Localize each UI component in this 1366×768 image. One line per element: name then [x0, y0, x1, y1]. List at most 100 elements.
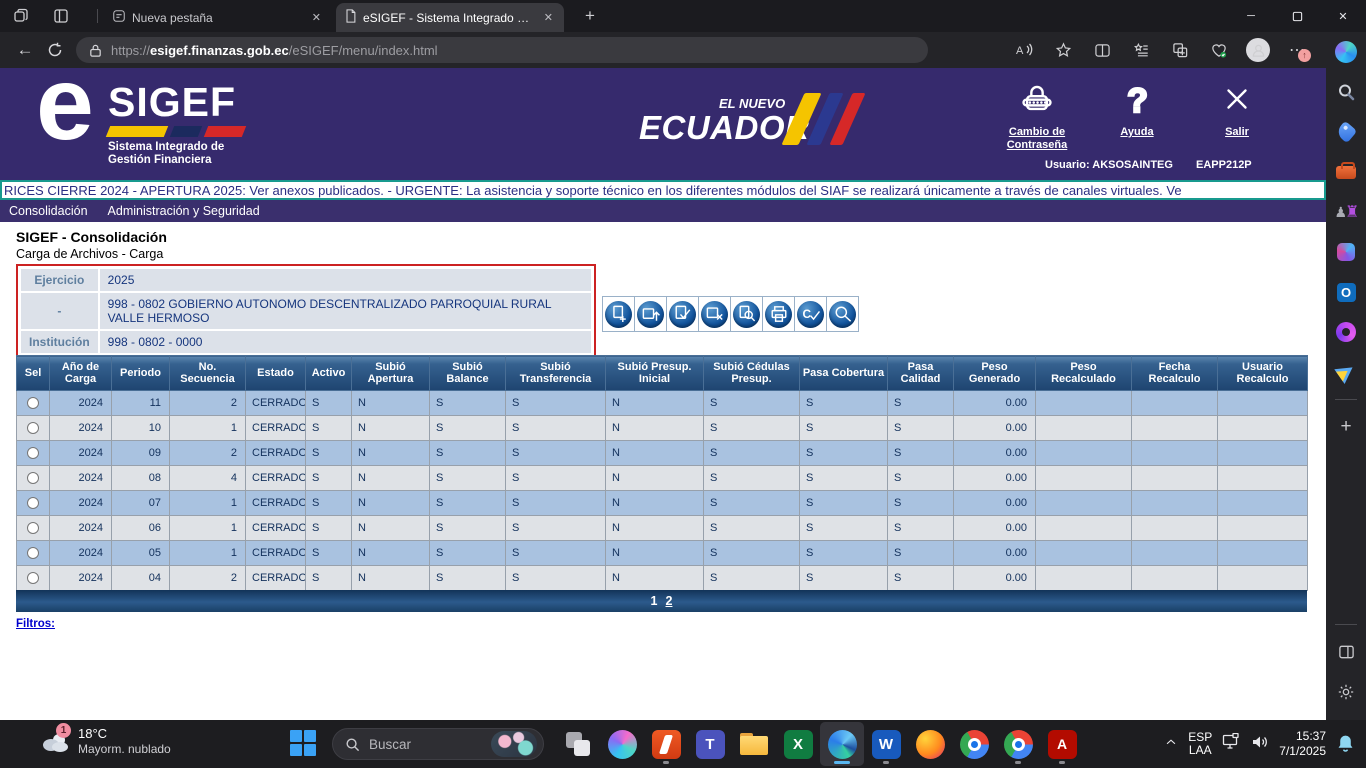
favorites-list-icon[interactable] — [1126, 36, 1156, 64]
taskbar-app-acrobat[interactable]: A — [1040, 722, 1084, 766]
tab-actions-icon[interactable] — [48, 4, 74, 28]
notifications-bell-icon[interactable] — [1336, 734, 1356, 754]
cell — [1132, 441, 1218, 466]
back-button[interactable]: ← — [10, 36, 40, 64]
approve-button[interactable]: C — [794, 296, 827, 332]
tray-chevron-icon[interactable] — [1164, 735, 1178, 754]
exit-button[interactable]: Salir — [1200, 82, 1274, 152]
clipchamp-icon[interactable] — [1326, 312, 1366, 352]
taskbar-app-firefox[interactable] — [908, 722, 952, 766]
sidebar-add-icon[interactable]: + — [1326, 407, 1366, 447]
refresh-button[interactable] — [40, 36, 70, 64]
menu-item-consolidaci-n[interactable]: Consolidación — [9, 204, 88, 218]
drop-icon[interactable] — [1326, 352, 1366, 392]
weather-widget[interactable]: 1 18°C Mayorm. nublado — [40, 726, 171, 757]
split-screen-icon[interactable] — [1087, 36, 1117, 64]
network-icon[interactable] — [1222, 733, 1241, 755]
cell: S — [506, 566, 606, 591]
consult-button[interactable] — [826, 296, 859, 332]
filter-label: - — [21, 293, 98, 329]
read-aloud-icon[interactable]: A — [1009, 36, 1039, 64]
taskbar-app-excel[interactable]: X — [776, 722, 820, 766]
settings-more-icon[interactable]: ⋯↑ — [1282, 36, 1312, 64]
browser-tab-new-tab[interactable]: Nueva pestaña ✕ — [104, 3, 332, 32]
tab-close-icon[interactable]: ✕ — [309, 11, 324, 24]
cell: S — [506, 516, 606, 541]
pdf-xchange-icon — [652, 730, 681, 759]
page-number-2[interactable]: 2 — [666, 594, 673, 608]
help-icon: ? — [1122, 82, 1152, 121]
taskbar-app-word[interactable]: W — [864, 722, 908, 766]
games-icon[interactable]: ♟♜ — [1326, 192, 1366, 232]
browser-essentials-icon[interactable] — [1204, 36, 1234, 64]
taskbar-app-task-view[interactable] — [556, 722, 600, 766]
row-radio-button[interactable] — [27, 472, 39, 484]
outlook-icon[interactable]: O — [1326, 272, 1366, 312]
esigef-page: e SIGEF Sistema Integrado de Gestión Fin… — [0, 68, 1326, 720]
new-document-button[interactable] — [602, 296, 635, 332]
collections-icon[interactable] — [1165, 36, 1195, 64]
weather-condition: Mayorm. nublado — [78, 742, 171, 757]
start-button[interactable] — [290, 730, 317, 757]
row-radio-button[interactable] — [27, 397, 39, 409]
favorite-star-icon[interactable] — [1048, 36, 1078, 64]
profile-avatar[interactable] — [1243, 36, 1273, 64]
copilot-icon[interactable] — [1326, 32, 1366, 72]
cell: S — [430, 466, 506, 491]
toolbox-icon[interactable] — [1326, 152, 1366, 192]
upload-file-button[interactable] — [634, 296, 667, 332]
filtros-link[interactable]: Filtros: — [16, 618, 55, 630]
cell: S — [704, 566, 800, 591]
row-radio-button[interactable] — [27, 572, 39, 584]
search-icon — [345, 737, 360, 752]
taskbar-app-file-explorer[interactable] — [732, 722, 776, 766]
taskbar-app-chrome-profile[interactable] — [996, 722, 1040, 766]
password-lock-button[interactable]: Cambio de Contraseña — [1000, 82, 1074, 152]
table-row: 2024051CERRADOSNSSNSSS0.00 — [17, 541, 1308, 566]
new-tab-button[interactable]: + — [578, 6, 602, 26]
preview-document-button[interactable] — [730, 296, 763, 332]
cell — [1036, 441, 1132, 466]
workspaces-icon[interactable] — [8, 4, 34, 28]
validate-file-button[interactable] — [666, 296, 699, 332]
page-title: SIGEF - Consolidación — [16, 229, 167, 245]
cell: S — [306, 516, 352, 541]
close-button[interactable]: ✕ — [1320, 0, 1366, 32]
update-badge: ↑ — [1298, 49, 1311, 62]
tab-title: eSIGEF - Sistema Integrado de G — [363, 11, 535, 25]
taskbar-search[interactable]: Buscar — [332, 728, 544, 760]
taskbar-app-edge[interactable] — [820, 722, 864, 766]
help-button[interactable]: ?Ayuda — [1100, 82, 1174, 152]
print-button[interactable] — [762, 296, 795, 332]
language-indicator[interactable]: ESP LAA — [1188, 731, 1212, 757]
cell: 2024 — [50, 416, 112, 441]
row-radio-button[interactable] — [27, 422, 39, 434]
minimize-button[interactable]: ─ — [1228, 0, 1274, 32]
lock-icon[interactable] — [88, 43, 103, 58]
settings-icon[interactable] — [1326, 672, 1366, 712]
row-radio-button[interactable] — [27, 547, 39, 559]
cell: 2 — [170, 391, 246, 416]
taskbar-app-teams[interactable]: T — [688, 722, 732, 766]
tab-close-icon[interactable]: ✕ — [541, 11, 556, 24]
cell: S — [800, 416, 888, 441]
taskbar-clock[interactable]: 15:37 7/1/2025 — [1279, 729, 1326, 759]
m365-icon[interactable] — [1326, 232, 1366, 272]
taskbar-app-chrome[interactable] — [952, 722, 996, 766]
row-radio-button[interactable] — [27, 497, 39, 509]
volume-icon[interactable] — [1251, 734, 1269, 755]
logo-stripe-yellow — [106, 126, 168, 137]
taskbar-app-copilot[interactable] — [600, 722, 644, 766]
teams-icon: T — [696, 730, 725, 759]
browser-tab-esigef[interactable]: eSIGEF - Sistema Integrado de G ✕ — [336, 3, 564, 32]
shopping-icon[interactable] — [1326, 112, 1366, 152]
menu-item-administraci-n-y-seguridad[interactable]: Administración y Seguridad — [108, 204, 260, 218]
row-radio-button[interactable] — [27, 447, 39, 459]
maximize-button[interactable] — [1274, 0, 1320, 32]
panel-toggle-icon[interactable] — [1326, 632, 1366, 672]
address-bar[interactable]: https://esigef.finanzas.gob.ec/eSIGEF/me… — [76, 37, 928, 63]
search-icon[interactable] — [1326, 72, 1366, 112]
row-radio-button[interactable] — [27, 522, 39, 534]
taskbar-app-pdf-xchange[interactable] — [644, 722, 688, 766]
delete-file-button[interactable] — [698, 296, 731, 332]
